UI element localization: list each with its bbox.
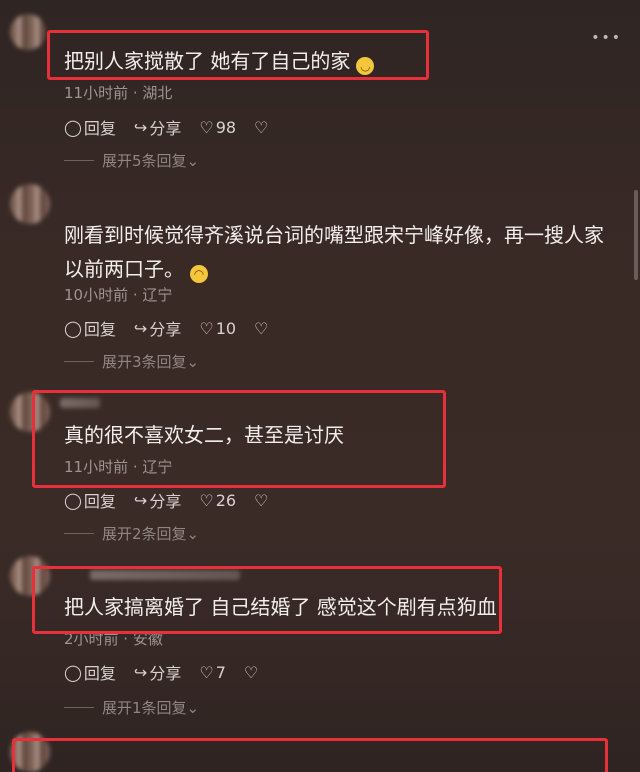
comment-text: 刚看到时候觉得齐溪说台词的嘴型跟宋宁峰好像，再一搜人家以前两口子。 ◠ (64, 223, 604, 283)
reply-bubble-icon: ◯ (64, 490, 82, 510)
expand-replies-button[interactable]: 展开2条回复 ⌄ (64, 523, 199, 544)
expand-replies-button[interactable]: 展开3条回复 ⌄ (64, 351, 199, 372)
avatar[interactable] (10, 14, 46, 50)
reply-button[interactable]: ◯ 回复 (64, 488, 116, 512)
chevron-down-icon: ⌄ (186, 524, 200, 543)
comment-actions: ◯ 回复 ↪ 分享 ♡ 26 ♡ (64, 488, 288, 512)
highlight-box (47, 30, 429, 80)
chevron-down-icon: ⌄ (186, 698, 200, 717)
comment-meta: 11小时前 · 湖北 (64, 84, 173, 102)
share-arrow-icon: ↪ (133, 490, 148, 510)
chevron-down-icon: ⌄ (186, 151, 200, 170)
comment-actions: ◯ 回复 ↪ 分享 ♡ 7 ♡ (64, 660, 278, 684)
like-button[interactable]: ♡ 10 (199, 319, 236, 338)
dislike-button[interactable]: ♡ (254, 118, 270, 137)
like-button[interactable]: ♡ 98 (199, 118, 236, 137)
dislike-button[interactable]: ♡ (254, 491, 270, 510)
chevron-down-icon: ⌄ (186, 352, 200, 371)
comment-actions: ◯ 回复 ↪ 分享 ♡ 98 ♡ (64, 115, 288, 139)
reply-bubble-icon: ◯ (64, 318, 82, 338)
reply-bubble-icon: ◯ (64, 662, 82, 682)
scrollbar[interactable] (634, 190, 638, 280)
broken-heart-icon: ♡ (254, 318, 269, 338)
share-button[interactable]: ↪ 分享 (134, 488, 181, 512)
reply-button[interactable]: ◯ 回复 (64, 660, 116, 684)
highlight-box (32, 566, 502, 634)
expand-replies-button[interactable]: 展开5条回复 ⌄ (64, 150, 199, 171)
highlight-box (12, 738, 608, 772)
share-button[interactable]: ↪ 分享 (134, 660, 181, 684)
heart-icon: ♡ (199, 662, 214, 682)
highlight-box (32, 390, 446, 488)
dislike-button[interactable]: ♡ (254, 319, 270, 338)
reply-bubble-icon: ◯ (64, 117, 82, 137)
share-arrow-icon: ↪ (133, 318, 148, 338)
expand-replies-button[interactable]: 展开1条回复 ⌄ (64, 697, 199, 718)
comment-meta: 10小时前 · 辽宁 (64, 286, 173, 304)
broken-heart-icon: ♡ (254, 117, 269, 137)
like-button[interactable]: ♡ 7 (199, 663, 226, 682)
share-button[interactable]: ↪ 分享 (134, 115, 181, 139)
share-arrow-icon: ↪ (133, 117, 148, 137)
heart-icon: ♡ (199, 490, 214, 510)
reply-button[interactable]: ◯ 回复 (64, 115, 116, 139)
laughing-emoji-icon: ◠ (190, 265, 208, 283)
avatar[interactable] (10, 184, 50, 224)
comment-actions: ◯ 回复 ↪ 分享 ♡ 10 ♡ (64, 316, 288, 340)
broken-heart-icon: ♡ (243, 662, 259, 682)
broken-heart-icon: ♡ (254, 490, 269, 510)
heart-icon: ♡ (199, 117, 214, 137)
share-arrow-icon: ↪ (133, 662, 148, 682)
heart-icon: ♡ (199, 318, 214, 338)
reply-button[interactable]: ◯ 回复 (64, 316, 116, 340)
share-button[interactable]: ↪ 分享 (134, 316, 181, 340)
dislike-button[interactable]: ♡ (244, 663, 260, 682)
like-button[interactable]: ♡ 26 (199, 491, 236, 510)
